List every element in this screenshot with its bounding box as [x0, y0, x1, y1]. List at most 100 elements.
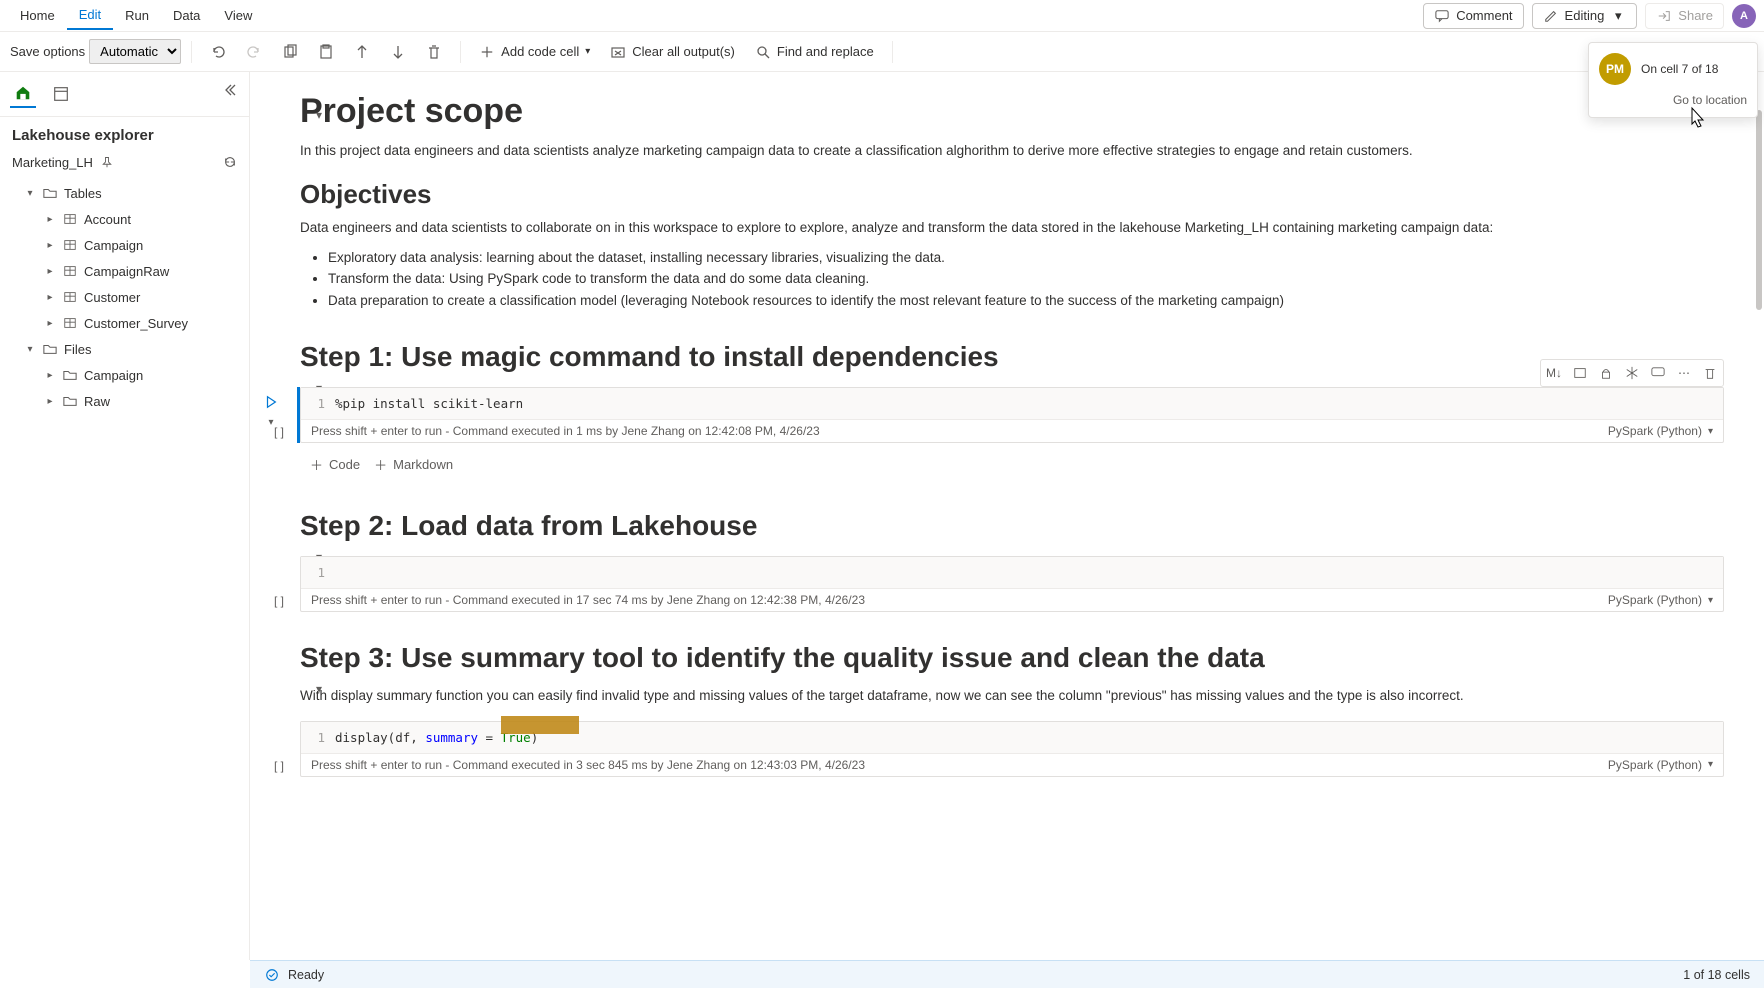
add-code-cell-button[interactable]: Add code cell ▾ [471, 40, 598, 64]
move-up-button[interactable] [346, 40, 378, 64]
menu-run[interactable]: Run [113, 2, 161, 29]
add-markdown-inline-button[interactable]: ＋Markdown [374, 455, 453, 474]
undo-icon [210, 44, 226, 60]
move-down-button[interactable] [382, 40, 414, 64]
scrollbar[interactable] [1756, 110, 1762, 310]
code-editor[interactable]: 1 [301, 557, 1723, 588]
chevron-down-icon: ▾ [585, 46, 590, 57]
go-to-location-link[interactable]: Go to location [1599, 93, 1747, 107]
share-icon [1656, 8, 1672, 24]
tree-tables[interactable]: ▾Tables [4, 180, 245, 206]
clear-output-label: Clear all output(s) [632, 44, 735, 59]
folder-icon [62, 367, 78, 383]
resources-tab[interactable] [48, 81, 74, 107]
chevron-right-icon: ▸ [44, 292, 56, 303]
step2-title: Step 2: Load data from Lakehouse [300, 510, 1724, 542]
delete-button[interactable] [418, 40, 450, 64]
chevron-right-icon: ▸ [44, 318, 56, 329]
presence-status: On cell 7 of 18 [1641, 62, 1718, 76]
cell-toolbar: M↓ ⋯ [1540, 359, 1724, 387]
cell-bracket: [ ] [274, 425, 284, 439]
chevron-down-icon: ▾ [1708, 426, 1713, 437]
code-editor[interactable]: 1 %pip install scikit-learn [301, 388, 1723, 419]
run-cell-button[interactable] [262, 393, 280, 411]
tree-table-customersurvey[interactable]: ▸Customer_Survey [4, 310, 245, 336]
trash-icon [426, 44, 442, 60]
tree-file-raw[interactable]: ▸Raw [4, 388, 245, 414]
code-cell-2[interactable]: [ ] 1 Press shift + enter to run - Comma… [300, 556, 1724, 612]
folder-icon [42, 185, 58, 201]
notebook-canvas[interactable]: ▾ Project scope In this project data eng… [250, 72, 1764, 960]
folder-icon [62, 393, 78, 409]
delete-cell-button[interactable] [1699, 362, 1721, 384]
editing-mode-button[interactable]: Editing ▾ [1532, 3, 1638, 29]
code-cell-1[interactable]: M↓ ⋯ ▾ [ ] 1 %pip install scikit-learn [297, 387, 1724, 443]
lock-button[interactable] [1595, 362, 1617, 384]
find-replace-button[interactable]: Find and replace [747, 40, 882, 64]
pin-icon[interactable] [99, 154, 115, 170]
tree-table-account[interactable]: ▸Account [4, 206, 245, 232]
collapse-section-icon[interactable]: ▾ [316, 682, 322, 696]
redo-button[interactable] [238, 40, 270, 64]
code-cell-3[interactable]: [ ] 1 display(df, summary = True) Press … [300, 721, 1724, 777]
user-avatar[interactable]: A [1732, 4, 1756, 28]
exec-status: Command executed in 1 ms by Jene Zhang o… [453, 424, 820, 438]
run-hint: Press shift + enter to run [311, 758, 442, 772]
chevron-down-icon: ▾ [1708, 759, 1713, 770]
collapse-section-icon[interactable]: ▾ [316, 108, 322, 122]
chevron-down-icon[interactable]: ▾ [268, 417, 273, 428]
tree: ▾Tables ▸Account ▸Campaign ▸CampaignRaw … [0, 180, 249, 414]
more-button[interactable]: ⋯ [1673, 362, 1695, 384]
exec-status: Command executed in 3 sec 845 ms by Jene… [453, 758, 865, 772]
chevron-down-icon: ▾ [1708, 595, 1713, 606]
save-mode-select[interactable]: Automatic [89, 39, 181, 64]
toggle-output-button[interactable] [1569, 362, 1591, 384]
tree-files[interactable]: ▾Files [4, 336, 245, 362]
sidebar: Lakehouse explorer Marketing_LH ▾Tables … [0, 72, 250, 960]
scope-desc: In this project data engineers and data … [300, 141, 1724, 161]
paste-icon [318, 44, 334, 60]
lakehouse-tab[interactable] [10, 80, 36, 108]
sidebar-title: Lakehouse explorer [0, 117, 249, 150]
presence-avatar: PM [1599, 53, 1631, 85]
status-ready: Ready [288, 968, 324, 982]
table-icon [62, 237, 78, 253]
tree-table-customer[interactable]: ▸Customer [4, 284, 245, 310]
undo-button[interactable] [202, 40, 234, 64]
lang-label[interactable]: PySpark (Python) [1608, 593, 1702, 607]
plus-icon: ＋ [310, 455, 323, 474]
exec-status: Command executed in 17 sec 74 ms by Jene… [453, 593, 865, 607]
menu-data[interactable]: Data [161, 2, 212, 29]
convert-markdown-button[interactable]: M↓ [1543, 362, 1565, 384]
save-options-label: Save options [10, 44, 85, 59]
chevron-right-icon: ▸ [44, 214, 56, 225]
refresh-icon[interactable] [223, 155, 237, 169]
menu-edit[interactable]: Edit [67, 1, 113, 30]
share-button[interactable]: Share [1645, 3, 1724, 29]
freeze-button[interactable] [1621, 362, 1643, 384]
tree-table-campaign[interactable]: ▸Campaign [4, 232, 245, 258]
add-code-inline-button[interactable]: ＋Code [310, 455, 360, 474]
lang-label[interactable]: PySpark (Python) [1608, 758, 1702, 772]
clear-output-button[interactable]: Clear all output(s) [602, 40, 743, 64]
menu-view[interactable]: View [212, 2, 264, 29]
lakehouse-name[interactable]: Marketing_LH [12, 155, 93, 170]
code-editor[interactable]: 1 display(df, summary = True) [301, 722, 1723, 753]
pencil-icon [1543, 8, 1559, 24]
cell-bracket: [ ] [274, 594, 284, 608]
objectives-title: Objectives [300, 179, 1724, 210]
run-hint: Press shift + enter to run [311, 424, 442, 438]
comment-cell-button[interactable] [1647, 362, 1669, 384]
copy-button[interactable] [274, 40, 306, 64]
menu-home[interactable]: Home [8, 2, 67, 29]
paste-button[interactable] [310, 40, 342, 64]
collapse-sidebar-icon[interactable] [225, 82, 241, 98]
redo-icon [246, 44, 262, 60]
tree-file-campaign[interactable]: ▸Campaign [4, 362, 245, 388]
comment-label: Comment [1456, 8, 1512, 23]
lang-label[interactable]: PySpark (Python) [1608, 424, 1702, 438]
chevron-right-icon: ▸ [44, 396, 56, 407]
tree-table-campaignraw[interactable]: ▸CampaignRaw [4, 258, 245, 284]
comment-button[interactable]: Comment [1423, 3, 1523, 29]
menubar: Home Edit Run Data View Comment Editing … [0, 0, 1764, 32]
